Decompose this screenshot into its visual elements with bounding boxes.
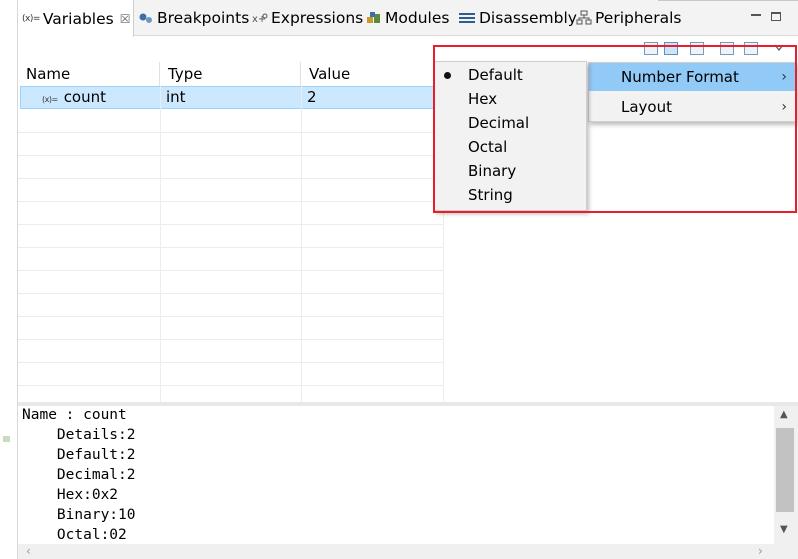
variable-name: count [63,88,107,106]
tab-expressions[interactable]: x+ Expressions [252,0,363,36]
tab-label: Variables [42,9,114,28]
format-option-default[interactable]: Default [435,63,586,87]
layout-icon[interactable] [690,42,704,55]
scroll-right-icon[interactable]: › [758,544,763,558]
menu-item-label: Layout [621,98,672,116]
detail-line: Name : count [22,407,127,423]
number-format-icon[interactable] [664,42,678,55]
menu-item-label: Number Format [621,68,739,86]
grid-line [18,155,443,156]
detail-line: Decimal:2 [22,467,136,483]
menu-item-layout[interactable]: Layout › [589,93,795,121]
scroll-up-icon[interactable]: ▲ [780,409,788,420]
grid-line [18,178,443,179]
tab-breakpoints[interactable]: Breakpoints [138,0,249,36]
collapse-all-icon[interactable] [644,42,658,55]
grid-line [18,201,443,202]
horizontal-scrollbar[interactable]: ‹ › [18,544,774,559]
tab-label: Breakpoints [157,9,250,27]
scroll-down-icon[interactable]: ▼ [780,524,788,535]
disassembly-icon [458,11,476,25]
grid-line [18,316,443,317]
grid-line [18,362,443,363]
grid-line [160,86,161,402]
tab-modules[interactable]: Modules [366,0,449,36]
minimize-icon[interactable] [751,10,761,16]
submenu-arrow-icon: › [781,99,787,115]
grid-line [18,293,443,294]
tab-label: Expressions [271,9,364,27]
format-option-decimal[interactable]: Decimal [435,111,586,135]
grid-line [18,339,443,340]
tab-variables[interactable]: (x)= Variables ☒ [18,0,134,37]
grid-line [18,224,443,225]
detail-line: Default:2 [22,447,136,463]
maximize-icon[interactable] [771,12,781,21]
detail-line: Details:2 [22,427,136,443]
menu-item-number-format[interactable]: Number Format › [589,63,795,91]
scrollbar-thumb[interactable] [776,428,794,512]
format-option-binary[interactable]: Binary [435,159,586,183]
format-option-hex[interactable]: Hex [435,87,586,111]
tab-label: Disassembly [479,9,577,27]
format-option-label: Default [468,66,523,84]
view-menu-icon[interactable] [774,44,784,52]
detail-line: Binary:10 [22,507,136,523]
grid-line [18,247,443,248]
column-header-type[interactable]: Type [160,62,301,86]
tab-peripherals[interactable]: Peripherals [576,0,681,36]
variable-value-cell[interactable]: 2 [301,86,317,109]
submenu-arrow-icon: › [781,69,787,85]
scrollbar-corner [774,544,798,559]
svg-text:x+: x+ [252,14,266,25]
column-header-value[interactable]: Value [301,62,443,86]
gutter-marker [3,436,10,442]
grid-line [18,132,443,133]
detail-line: Hex:0x2 [22,487,119,503]
grid-line [301,86,302,402]
editor-gutter [0,0,18,559]
modules-icon [366,11,382,25]
variable-name-cell[interactable]: (x)= count [36,86,106,109]
tab-label: Modules [385,9,450,27]
context-menu: Number Format › Layout › [588,62,796,122]
peripherals-icon [576,10,592,26]
number-format-submenu: Default Hex Decimal Octal Binary String [434,61,587,211]
format-option-string[interactable]: String [435,183,586,207]
view-toolbar [620,40,790,60]
close-icon[interactable]: ☒ [120,12,131,26]
tab-bar: (x)= Variables ☒ Breakpoints x+ Expressi… [18,0,798,37]
scroll-left-icon[interactable]: ‹ [26,544,31,558]
format-option-octal[interactable]: Octal [435,135,586,159]
variable-icon: (x)= [42,95,58,104]
selected-bullet-icon [444,72,451,79]
column-header-name[interactable]: Name [18,62,160,86]
tab-label: Peripherals [595,9,682,27]
grid-line [18,385,443,386]
variables-icon: (x)= [22,13,40,24]
detail-pane[interactable]: Name : count Details:2 Default:2 Decimal… [18,406,774,544]
variables-view: (x)= Variables ☒ Breakpoints x+ Expressi… [0,0,798,559]
grid-line [18,270,443,271]
detail-line: Octal:02 [22,527,127,543]
export-icon[interactable] [744,42,758,55]
expressions-icon: x+ [252,11,268,25]
new-view-icon[interactable] [720,42,734,55]
variable-type-cell[interactable]: int [160,86,186,109]
tab-disassembly[interactable]: Disassembly [458,0,577,36]
breakpoints-icon [138,11,154,25]
vertical-scrollbar[interactable]: ▲ ▼ [774,406,798,544]
